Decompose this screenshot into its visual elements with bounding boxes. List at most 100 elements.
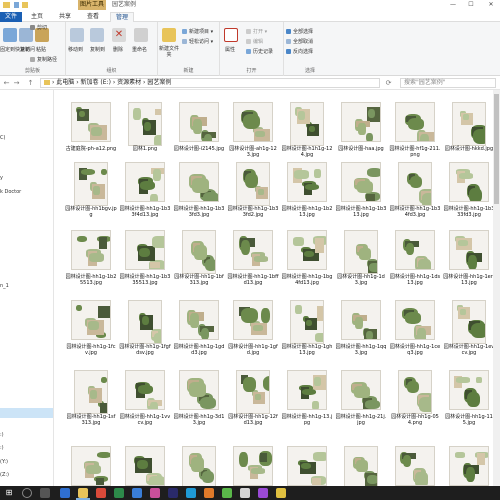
file-item[interactable] (335, 446, 387, 486)
app-icon-2[interactable] (96, 488, 106, 498)
file-item[interactable]: 园林设计图-hh1g-1ceq3.jpg (389, 300, 441, 375)
file-item[interactable]: 园林设计图-hh1g-21j.jpg (335, 370, 387, 445)
tab-manage[interactable]: 管理 (110, 12, 135, 22)
nav-item[interactable]: (Y:) (0, 459, 8, 465)
file-item[interactable]: 园林设计图-hh1g-1bffd13.jpg (227, 230, 279, 305)
file-item[interactable]: 园林设计图-hh1g-1b33fd2.jpg (227, 162, 279, 237)
properties-icon[interactable] (14, 2, 19, 8)
edit-button[interactable]: 编辑 (246, 38, 263, 45)
invert-selection-button[interactable]: 反向选择 (286, 48, 313, 55)
move-to-icon[interactable] (70, 28, 84, 42)
search-icon[interactable] (22, 488, 32, 498)
file-item[interactable]: 园林设计图-hh1g-1b33f4d13.jpg (119, 162, 171, 237)
file-item[interactable]: 园林设计图-hh1g-1sf313.jpg (65, 370, 117, 445)
file-explorer-taskbar-icon[interactable] (78, 488, 88, 498)
file-item[interactable] (119, 446, 171, 486)
new-folder-quick-icon[interactable] (22, 2, 28, 8)
app-icon-8[interactable] (204, 488, 214, 498)
file-item[interactable] (443, 446, 493, 486)
maximize-button[interactable]: ☐ (464, 0, 478, 10)
app-icon-3[interactable] (114, 488, 124, 498)
pin-icon[interactable] (3, 28, 17, 42)
new-item-button[interactable]: 新建项目 ▾ (182, 28, 213, 35)
properties-checkbox-icon[interactable] (224, 28, 238, 42)
vertical-scrollbar[interactable] (493, 90, 500, 486)
file-item[interactable]: 园林设计图-hh1g-1b333fd3.jpg (443, 162, 493, 237)
file-item[interactable]: 园林设计图-hh1g-1fgfdsv.jpg (119, 300, 171, 375)
tab-share[interactable]: 共享 (54, 12, 76, 22)
file-item[interactable]: 园林设计图-hh1g-3d13.jpg (173, 370, 225, 445)
file-item[interactable] (227, 446, 279, 486)
start-icon[interactable]: ⊞ (4, 488, 14, 498)
app-icon-5[interactable] (150, 488, 160, 498)
up-button[interactable]: ↑ (26, 78, 35, 88)
nav-item[interactable]: :) (0, 432, 4, 438)
tab-view[interactable]: 查看 (82, 12, 104, 22)
file-item[interactable]: 园林设计图-hh1g-13.jpg (281, 370, 333, 445)
app-icon-1[interactable] (60, 488, 70, 498)
picture-tools-tab[interactable]: 图片工具 (78, 0, 106, 10)
new-folder-icon[interactable] (162, 28, 176, 42)
file-item[interactable]: 园林设计图-hh1g-115.jpg (443, 370, 493, 445)
select-none-button[interactable]: 全部取消 (286, 38, 313, 45)
app-icon-11[interactable] (258, 488, 268, 498)
copy-path-button[interactable]: 复制路径 (30, 56, 57, 63)
file-item[interactable]: 园林设计图-hh1g-1gfd.jpg (227, 300, 279, 375)
file-item[interactable]: 园林设计图-hh1g-1b335513.jpg (119, 230, 171, 305)
file-item[interactable]: 园林设计图-hh1g-12fd13.jpg (227, 370, 279, 445)
file-item[interactable]: 园林设计图-hh1g-1ds13.jpg (389, 230, 441, 305)
forward-button[interactable]: → (12, 78, 21, 88)
file-item[interactable]: 园林设计图-hh1g-1err13.jpg (443, 230, 493, 305)
file-item[interactable]: 园林设计图-hh1g-1evcv.jpg (443, 300, 493, 375)
file-item[interactable] (281, 446, 333, 486)
app-icon-9[interactable] (222, 488, 232, 498)
tab-file[interactable]: 文件 (0, 12, 23, 22)
file-item[interactable]: 园林设计图-hh1g-1b25513.jpg (65, 230, 117, 305)
file-item[interactable]: 园林设计图-hh1g-1b213.jpg (281, 162, 333, 237)
app-icon-7[interactable] (186, 488, 196, 498)
cut-button[interactable]: 剪切 (30, 24, 47, 31)
refresh-icon[interactable]: ⟳ (384, 78, 393, 88)
search-input[interactable]: 搜索"园艺案例" (400, 78, 496, 88)
file-item[interactable]: 园林设计图-hh1g-1vvcv.jpg (119, 370, 171, 445)
nav-item[interactable]: C) (0, 135, 5, 141)
tab-home[interactable]: 主页 (26, 12, 48, 22)
address-path[interactable]: › 此电脑 › 新加卷 (E:) › 资源素材 › 园艺案例 (40, 78, 380, 88)
app-icon-6[interactable] (168, 488, 178, 498)
open-button[interactable]: 打开 ▾ (246, 28, 267, 35)
file-item[interactable]: 园林设计图-hh1g-1bf313.jpg (173, 230, 225, 305)
nav-item[interactable]: (Z:) (0, 472, 9, 478)
file-item[interactable]: 园林设计图-hh1g-1qq3.jpg (335, 300, 387, 375)
copy-to-icon[interactable] (90, 28, 104, 42)
minimize-button[interactable]: — (446, 0, 460, 10)
nav-item[interactable]: k Doctor (0, 189, 21, 195)
file-item[interactable] (389, 446, 441, 486)
history-button[interactable]: 历史记录 (246, 48, 273, 55)
file-item[interactable]: 园林设计图-hh1g-1gdd3.jpg (173, 300, 225, 375)
file-item[interactable]: 园林设计图-hh1g-1gh13.jpg (281, 300, 333, 375)
task-view-icon[interactable] (40, 488, 50, 498)
rename-icon[interactable] (134, 28, 148, 42)
selected-nav-item[interactable] (0, 408, 53, 418)
file-item[interactable]: 园林设计图-hh1g-1b34fd3.jpg (389, 162, 441, 237)
app-icon-10[interactable] (240, 488, 250, 498)
app-icon-4[interactable] (132, 488, 142, 498)
nav-item[interactable]: n_1 (0, 283, 9, 289)
app-icon-12[interactable] (276, 488, 286, 498)
file-item[interactable]: 园林设计图-hh1bgv.jpg (65, 162, 117, 237)
scrollbar-thumb[interactable] (494, 94, 499, 204)
file-item[interactable]: 园林设计图-hh1g-054.png (389, 370, 441, 445)
file-item[interactable]: 园林设计图-hh1g-1b313.jpg (335, 162, 387, 237)
file-item[interactable]: 园林设计图-hh1g-1d3.jpg (335, 230, 387, 305)
file-item[interactable]: 园林设计图-hh1g-1b33fd3.jpg (173, 162, 225, 237)
file-item[interactable] (173, 446, 225, 486)
easy-access-button[interactable]: 轻松访问 ▾ (182, 38, 213, 45)
nav-item[interactable]: :) (0, 445, 4, 451)
close-button[interactable]: ✕ (484, 0, 498, 10)
select-all-button[interactable]: 全部选择 (286, 28, 313, 35)
back-button[interactable]: ← (2, 78, 11, 88)
file-item[interactable]: 园林设计图-hh1g-1fcv.jpg (65, 300, 117, 375)
delete-icon[interactable]: ✕ (112, 28, 126, 42)
nav-item[interactable]: y (0, 175, 3, 181)
file-item[interactable]: 园林设计图-hh1g-1bg4fd13.jpg (281, 230, 333, 305)
